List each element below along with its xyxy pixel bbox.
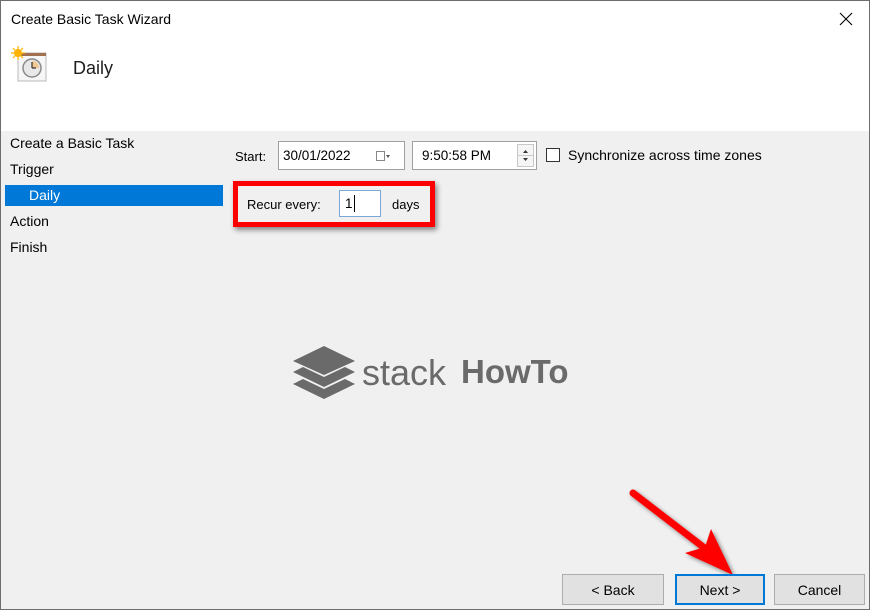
start-label: Start: [235, 149, 267, 164]
recur-days-value: 1 [345, 196, 353, 211]
start-time-value: 9:50:58 PM [422, 148, 492, 163]
window-title: Create Basic Task Wizard [11, 11, 172, 27]
next-button[interactable]: Next > [675, 574, 765, 605]
sync-timezones-checkbox[interactable] [546, 148, 560, 162]
sync-timezones-label[interactable]: Synchronize across time zones [568, 147, 762, 163]
sidebar-item-daily[interactable]: Daily [5, 185, 223, 206]
sidebar-item-trigger[interactable]: Trigger [5, 159, 223, 180]
watermark-text-howto: HowTo [461, 353, 569, 390]
watermark-logo: stack HowTo [291, 344, 581, 404]
sidebar-item-action[interactable]: Action [5, 211, 223, 232]
title-bar: Create Basic Task Wizard [1, 1, 869, 37]
sidebar-item-create-basic-task[interactable]: Create a Basic Task [5, 133, 223, 154]
text-cursor [354, 195, 355, 212]
sidebar-item-finish[interactable]: Finish [5, 237, 223, 258]
time-spinner[interactable] [517, 144, 534, 167]
page-title: Daily [73, 58, 114, 78]
start-date-picker[interactable]: 30/01/2022 [278, 141, 405, 170]
wizard-window: Create Basic Task Wizard Daily Create a … [0, 0, 870, 610]
back-button[interactable]: < Back [562, 574, 664, 605]
wizard-header: Daily [1, 37, 869, 131]
start-time-field[interactable]: 9:50:58 PM [412, 141, 537, 170]
cancel-button[interactable]: Cancel [774, 574, 865, 605]
close-icon [839, 12, 853, 26]
close-button[interactable] [823, 1, 869, 37]
recur-unit-label: days [392, 197, 420, 212]
stack-layers-icon [293, 346, 355, 399]
recur-every-label: Recur every: [247, 197, 321, 212]
spin-up-down-icon[interactable] [518, 145, 533, 166]
calendar-dropdown-icon[interactable] [376, 151, 392, 161]
watermark-text-stack: stack [362, 352, 447, 393]
scheduled-task-clock-icon [11, 46, 47, 82]
start-date-value: 30/01/2022 [283, 148, 351, 163]
recur-days-input[interactable]: 1 [339, 190, 381, 217]
